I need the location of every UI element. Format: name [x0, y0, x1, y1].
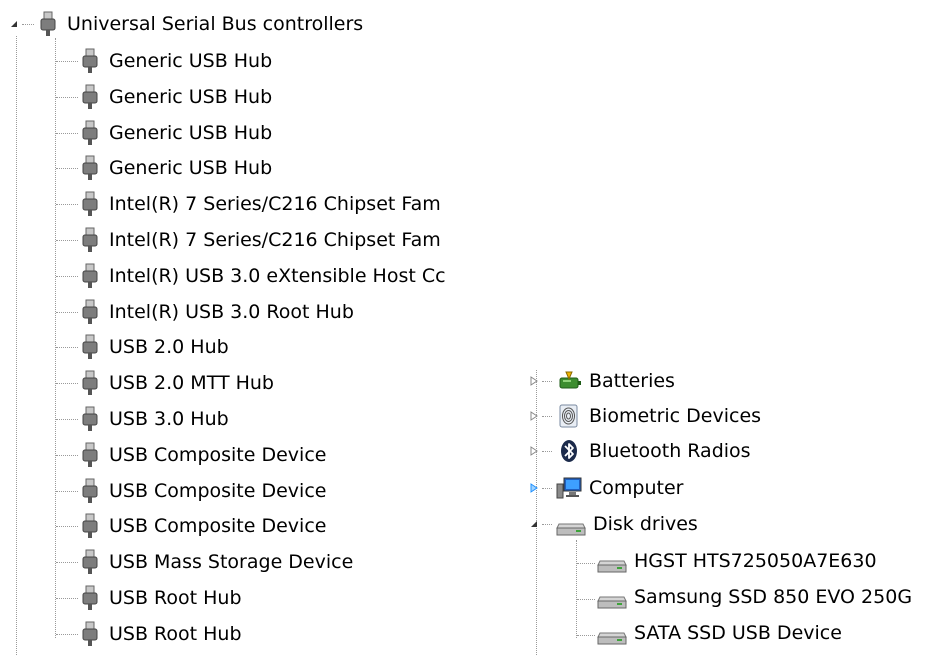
- usb-connector-icon: [82, 585, 98, 610]
- device-label: Intel(R) 7 Series/C216 Chipset Fam: [109, 193, 441, 215]
- usb-device-item[interactable]: USB Root Hub: [56, 617, 242, 651]
- device-label: USB 2.0 MTT Hub: [109, 372, 274, 394]
- disk-drive-icon: [556, 523, 586, 536]
- usb-device-item[interactable]: USB Composite Device: [56, 474, 326, 508]
- usb-connector-icon: [82, 263, 98, 288]
- battery-icon: [559, 371, 581, 389]
- device-label: Generic USB Hub: [109, 86, 273, 108]
- disk-drive-item[interactable]: Samsung SSD 850 EVO 250G: [577, 580, 912, 614]
- category-label: Biometric Devices: [589, 405, 762, 427]
- category-biometric-devices[interactable]: Biometric Devices: [528, 399, 761, 433]
- computer-icon: [556, 477, 582, 499]
- usb-device-item[interactable]: Intel(R) 7 Series/C216 Chipset Fam: [56, 223, 481, 257]
- usb-connector-icon: [82, 442, 98, 467]
- usb-connector-icon: [82, 478, 98, 503]
- collapsed-arrow-icon[interactable]: [528, 375, 540, 387]
- usb-connector-icon: [82, 155, 98, 180]
- disk-drive-item[interactable]: SATA SSD USB Device: [577, 616, 842, 650]
- usb-connector-icon: [82, 120, 98, 145]
- device-label: Intel(R) 7 Series/C216 Chipset Fam: [109, 229, 441, 251]
- device-label: Samsung SSD 850 EVO 250G: [634, 586, 913, 608]
- collapsed-arrow-icon[interactable]: [528, 445, 540, 457]
- disk-drive-icon: [597, 560, 627, 573]
- usb-device-item[interactable]: USB 2.0 Hub: [56, 330, 229, 364]
- usb-connector-icon: [82, 48, 98, 73]
- usb-device-item[interactable]: USB Composite Device: [56, 438, 326, 472]
- usb-device-item[interactable]: USB 2.0 MTT Hub: [56, 366, 274, 400]
- device-label: Intel(R) USB 3.0 eXtensible Host Cc: [109, 265, 446, 287]
- usb-device-item[interactable]: Generic USB Hub: [56, 80, 272, 114]
- device-label: USB Mass Storage Device: [109, 551, 354, 573]
- category-label: Universal Serial Bus controllers: [67, 13, 364, 35]
- usb-connector-icon: [82, 84, 98, 109]
- usb-connector-icon: [40, 11, 56, 36]
- device-label: USB 3.0 Hub: [109, 408, 229, 430]
- collapsed-arrow-icon[interactable]: [528, 410, 540, 422]
- usb-device-item[interactable]: Intel(R) USB 3.0 Root Hub: [56, 295, 354, 329]
- usb-connector-icon: [82, 299, 98, 324]
- device-label: USB Root Hub: [109, 623, 242, 645]
- usb-device-item[interactable]: USB 3.0 Hub: [56, 402, 229, 436]
- category-label: Batteries: [589, 370, 675, 392]
- bluetooth-icon: [561, 440, 577, 462]
- category-bluetooth-radios[interactable]: Bluetooth Radios: [528, 434, 751, 468]
- device-label: USB Composite Device: [109, 480, 327, 502]
- device-label: USB Composite Device: [109, 515, 327, 537]
- usb-device-item[interactable]: Intel(R) USB 3.0 eXtensible Host Cc: [56, 259, 481, 293]
- usb-connector-icon: [82, 227, 98, 252]
- usb-device-item[interactable]: USB Root Hub: [56, 581, 242, 615]
- category-usb-controllers[interactable]: Universal Serial Bus controllers: [8, 7, 363, 41]
- category-disk-drives[interactable]: Disk drives: [528, 507, 698, 541]
- category-computer[interactable]: Computer: [528, 471, 683, 505]
- device-label: SATA SSD USB Device: [634, 622, 842, 644]
- device-label: HGST HTS725050A7E630: [634, 550, 877, 572]
- disk-drive-icon: [597, 632, 627, 645]
- device-label: Generic USB Hub: [109, 122, 273, 144]
- usb-device-item[interactable]: USB Mass Storage Device: [56, 545, 353, 579]
- usb-connector-icon: [82, 334, 98, 359]
- expanded-arrow-icon[interactable]: [8, 18, 20, 30]
- usb-connector-icon: [82, 513, 98, 538]
- usb-connector-icon: [82, 406, 98, 431]
- tree-guide-root: [16, 36, 17, 655]
- usb-device-item[interactable]: Generic USB Hub: [56, 151, 272, 185]
- usb-device-item[interactable]: Intel(R) 7 Series/C216 Chipset Fam: [56, 187, 481, 221]
- collapsed-arrow-highlight-icon[interactable]: [528, 482, 540, 494]
- usb-connector-icon: [82, 191, 98, 216]
- device-label: Generic USB Hub: [109, 157, 273, 179]
- category-label: Computer: [589, 477, 684, 499]
- category-batteries[interactable]: Batteries: [528, 364, 675, 398]
- usb-device-item[interactable]: Generic USB Hub: [56, 116, 272, 150]
- usb-device-item[interactable]: USB Composite Device: [56, 509, 326, 543]
- fingerprint-icon: [559, 404, 578, 428]
- disk-drive-icon: [597, 596, 627, 609]
- device-label: Generic USB Hub: [109, 50, 273, 72]
- device-label: USB Composite Device: [109, 444, 327, 466]
- device-label: Intel(R) USB 3.0 Root Hub: [109, 301, 354, 323]
- usb-device-item[interactable]: Generic USB Hub: [56, 44, 272, 78]
- expanded-arrow-icon[interactable]: [528, 518, 540, 530]
- device-label: USB 2.0 Hub: [109, 336, 229, 358]
- disk-drive-item[interactable]: HGST HTS725050A7E630: [577, 544, 877, 578]
- usb-connector-icon: [82, 621, 98, 646]
- category-label: Bluetooth Radios: [589, 440, 751, 462]
- device-label: USB Root Hub: [109, 587, 242, 609]
- usb-connector-icon: [82, 549, 98, 574]
- category-label: Disk drives: [593, 513, 698, 535]
- usb-connector-icon: [82, 370, 98, 395]
